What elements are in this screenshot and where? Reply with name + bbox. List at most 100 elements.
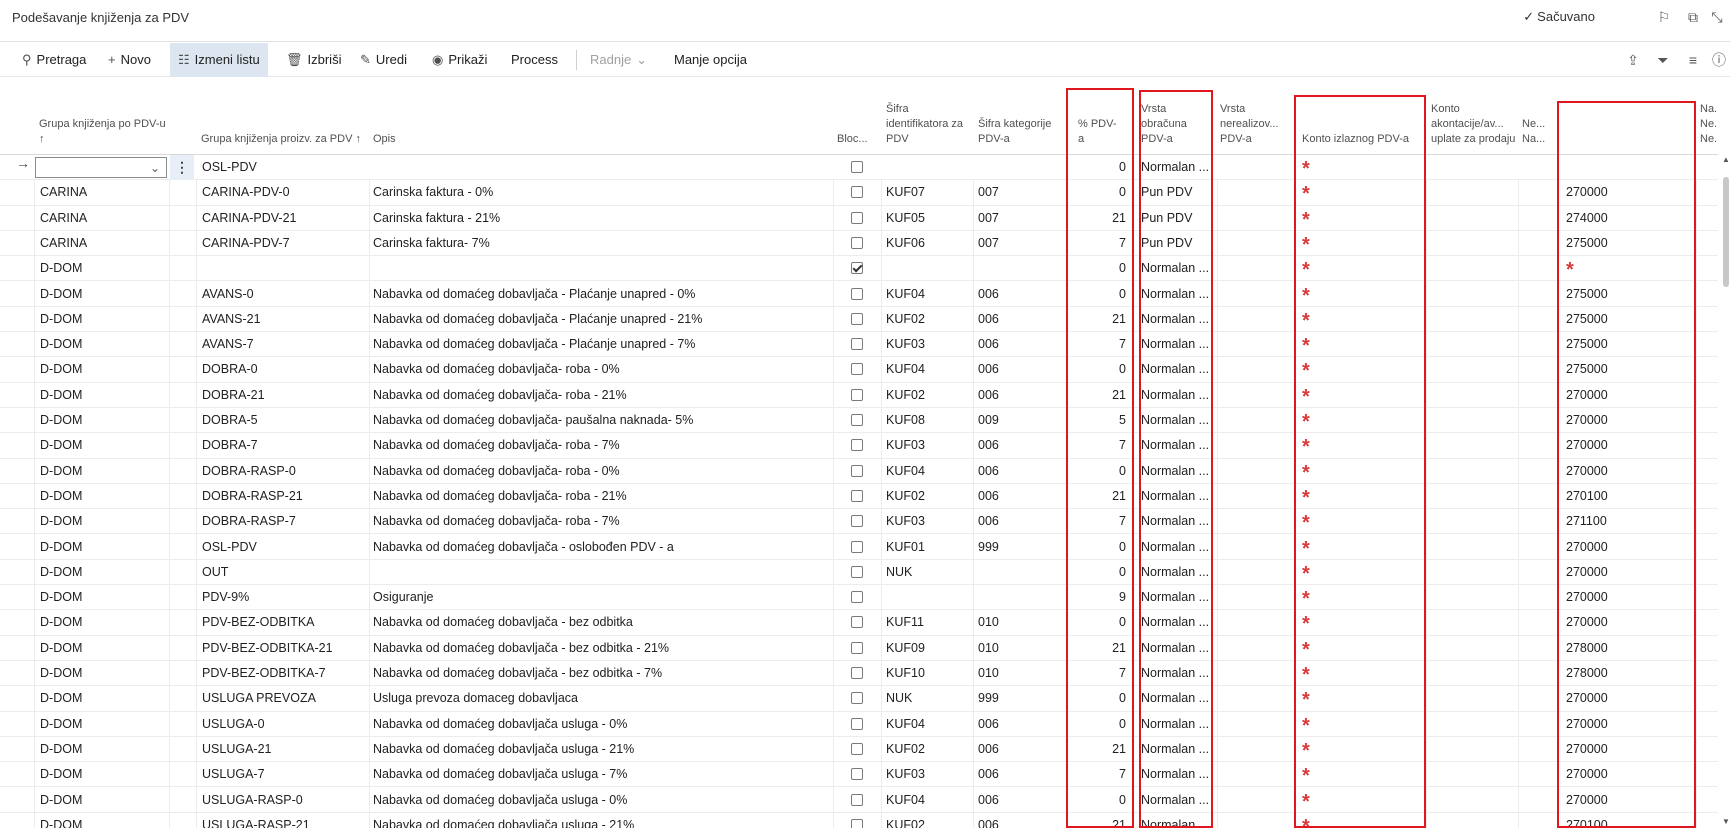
cell-vat-calc-type[interactable]: Normalan ...: [1141, 459, 1213, 484]
cell-vat-category[interactable]: 006: [978, 332, 1062, 357]
cell-purchase-vat-account[interactable]: 278000: [1566, 636, 1692, 661]
cell-vat-percent[interactable]: 21: [1070, 206, 1126, 231]
bus-group-dropdown[interactable]: ⌄: [35, 157, 167, 178]
cell-bus-group[interactable]: D-DOM: [40, 307, 165, 332]
cell-vat-percent[interactable]: 21: [1070, 813, 1126, 828]
table-row[interactable]: D-DOM DOBRA-RASP-21 Nabavka od domaćeg dob…: [0, 484, 1718, 510]
bookmark-icon[interactable]: ⚐: [1655, 8, 1673, 26]
cell-bus-group[interactable]: D-DOM: [40, 737, 165, 762]
cell-vat-calc-type[interactable]: Normalan ...: [1141, 535, 1213, 560]
blocked-checkbox[interactable]: [851, 489, 863, 502]
cell-description[interactable]: Nabavka od domaćeg dobavljača - bez odbi…: [373, 661, 828, 686]
cell-vat-percent[interactable]: 0: [1070, 256, 1126, 281]
open-new-window-icon[interactable]: ⧉: [1684, 8, 1702, 26]
cell-purchase-vat-account[interactable]: 270000: [1566, 433, 1692, 458]
required-field-indicator[interactable]: *: [1302, 509, 1322, 534]
cell-vat-identifier[interactable]: KUF01: [886, 535, 970, 560]
cell-vat-percent[interactable]: 9: [1070, 585, 1126, 610]
cell-vat-calc-type[interactable]: Normalan ...: [1141, 788, 1213, 813]
cell-vat-percent[interactable]: 0: [1070, 560, 1126, 585]
cell-prod-group[interactable]: USLUGA-RASP-0: [202, 788, 365, 813]
cell-vat-identifier[interactable]: KUF03: [886, 433, 970, 458]
cell-purchase-vat-account[interactable]: 275000: [1566, 307, 1692, 332]
cell-vat-category[interactable]: 006: [978, 737, 1062, 762]
col-header-vat-calc-type[interactable]: Vrsta obračuna PDV-a: [1141, 102, 1211, 147]
cell-description[interactable]: [373, 560, 828, 585]
required-field-indicator[interactable]: *: [1302, 712, 1322, 737]
cell-bus-group[interactable]: D-DOM: [40, 686, 165, 711]
col-header-blocked[interactable]: Bloc...: [837, 132, 871, 147]
cell-vat-category[interactable]: 006: [978, 459, 1062, 484]
required-field-indicator[interactable]: *: [1302, 180, 1322, 205]
cell-bus-group[interactable]: D-DOM: [40, 560, 165, 585]
cell-prod-group[interactable]: AVANS-0: [202, 282, 365, 307]
blocked-checkbox[interactable]: [851, 388, 863, 401]
cell-description[interactable]: Nabavka od domaćeg dobavljača - Plaćanje…: [373, 332, 828, 357]
cell-vat-percent[interactable]: 0: [1070, 788, 1126, 813]
table-row[interactable]: D-DOM USLUGA-RASP-21 Nabavka od domaćeg do…: [0, 813, 1718, 828]
cell-purchase-vat-account[interactable]: 270100: [1566, 484, 1692, 509]
cell-purchase-vat-account[interactable]: 271100: [1566, 509, 1692, 534]
cell-vat-identifier[interactable]: KUF04: [886, 459, 970, 484]
cell-purchase-vat-account[interactable]: 270000: [1566, 408, 1692, 433]
cell-vat-category[interactable]: 006: [978, 813, 1062, 828]
table-row[interactable]: D-DOM PDV-BEZ-ODBITKA-21 Nabavka od domaće…: [0, 636, 1718, 661]
cell-vat-category[interactable]: 009: [978, 408, 1062, 433]
cell-purchase-vat-account[interactable]: 270000: [1566, 610, 1692, 635]
edit-button[interactable]: ✎ Uredi: [352, 43, 415, 77]
cell-bus-group[interactable]: D-DOM: [40, 357, 165, 382]
edit-list-button[interactable]: ☷ Izmeni listu: [170, 43, 268, 77]
scrollbar-thumb[interactable]: [1723, 177, 1729, 287]
cell-vat-calc-type[interactable]: Normalan ...: [1141, 282, 1213, 307]
cell-bus-group[interactable]: D-DOM: [40, 332, 165, 357]
cell-purchase-vat-account[interactable]: 278000: [1566, 661, 1692, 686]
cell-purchase-vat-account[interactable]: 270000: [1566, 686, 1692, 711]
cell-vat-calc-type[interactable]: Normalan ...: [1141, 383, 1213, 408]
cell-bus-group[interactable]: D-DOM: [40, 484, 165, 509]
table-row[interactable]: CARINA CARINA-PDV-7 Carinska faktura- 7% KU…: [0, 231, 1718, 257]
cell-description[interactable]: [373, 155, 828, 180]
col-header-sales-vat-account[interactable]: Konto izlaznog PDV-a: [1302, 132, 1422, 147]
table-row[interactable]: D-DOM USLUGA PREVOZA Usluga prevoza domace…: [0, 686, 1718, 712]
table-row[interactable]: D-DOM PDV-BEZ-ODBITKA-7 Nabavka od domaćeg…: [0, 661, 1718, 687]
cell-vat-identifier[interactable]: KUF08: [886, 408, 970, 433]
blocked-checkbox[interactable]: [851, 363, 863, 376]
cell-purchase-vat-account[interactable]: 270000: [1566, 585, 1692, 610]
cell-purchase-vat-account[interactable]: 275000: [1566, 357, 1692, 382]
cell-vat-identifier[interactable]: [886, 256, 970, 281]
blocked-checkbox[interactable]: [851, 186, 863, 199]
table-row[interactable]: D-DOM 0 Normalan ... * *: [0, 256, 1718, 282]
vertical-scrollbar[interactable]: ▲ ▼: [1722, 155, 1730, 828]
cell-purchase-vat-account[interactable]: 270000: [1566, 459, 1692, 484]
table-row[interactable]: D-DOM DOBRA-0 Nabavka od domaćeg dobavljač…: [0, 357, 1718, 383]
required-field-indicator[interactable]: *: [1302, 383, 1322, 408]
cell-prod-group[interactable]: AVANS-7: [202, 332, 365, 357]
cell-prod-group[interactable]: DOBRA-21: [202, 383, 365, 408]
cell-vat-category[interactable]: 999: [978, 535, 1062, 560]
cell-vat-calc-type[interactable]: Normalan ...: [1141, 585, 1213, 610]
required-field-indicator[interactable]: *: [1302, 332, 1322, 357]
cell-prod-group[interactable]: PDV-BEZ-ODBITKA: [202, 610, 365, 635]
cell-prod-group[interactable]: DOBRA-5: [202, 408, 365, 433]
cell-purchase-vat-account[interactable]: 270000: [1566, 712, 1692, 737]
blocked-checkbox[interactable]: [851, 211, 863, 224]
cell-vat-percent[interactable]: 0: [1070, 686, 1126, 711]
col-header-prod-group[interactable]: Grupa knjiženja proizv. za PDV ↑: [201, 132, 361, 147]
table-row[interactable]: CARINA CARINA-PDV-0 Carinska faktura - 0% K…: [0, 180, 1718, 206]
required-field-indicator[interactable]: *: [1302, 560, 1322, 585]
cell-vat-identifier[interactable]: NUK: [886, 686, 970, 711]
fewer-options-button[interactable]: Manje opcija: [666, 43, 755, 77]
cell-bus-group[interactable]: D-DOM: [40, 383, 165, 408]
cell-vat-percent[interactable]: 21: [1070, 307, 1126, 332]
required-field-indicator[interactable]: *: [1302, 155, 1322, 180]
cell-purchase-vat-account[interactable]: 270000: [1566, 762, 1692, 787]
cell-vat-percent[interactable]: 21: [1070, 737, 1126, 762]
view-button[interactable]: ◉ Prikaži: [424, 43, 495, 77]
cell-purchase-vat-account[interactable]: 270000: [1566, 737, 1692, 762]
cell-vat-percent[interactable]: 21: [1070, 383, 1126, 408]
cell-vat-identifier[interactable]: KUF02: [886, 737, 970, 762]
col-header-ne2[interactable]: Na... Ne... Ne...: [1700, 102, 1718, 147]
cell-description[interactable]: Nabavka od domaćeg dobavljača usluga - 2…: [373, 737, 828, 762]
required-field-indicator[interactable]: *: [1302, 459, 1322, 484]
cell-vat-calc-type[interactable]: Normalan ...: [1141, 762, 1213, 787]
